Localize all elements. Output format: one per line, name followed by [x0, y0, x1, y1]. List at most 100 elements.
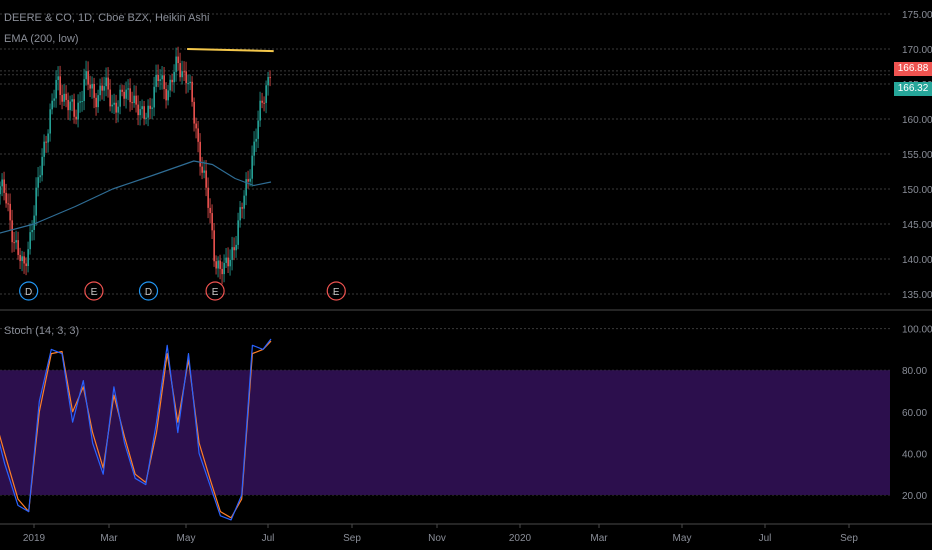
candle-body	[153, 86, 155, 108]
candle-body	[173, 71, 175, 83]
candle-body	[261, 100, 263, 103]
stoch-band	[0, 370, 890, 495]
candle-body	[243, 195, 245, 209]
dividend-marker: D	[19, 281, 39, 301]
candle-body	[171, 79, 173, 83]
earnings-marker: E	[84, 281, 104, 301]
candle-body	[151, 107, 153, 109]
candle-body	[143, 106, 145, 119]
date-tick-label: Nov	[428, 533, 446, 544]
candle-body	[201, 166, 203, 173]
stoch-tick-label: 60.00	[902, 408, 927, 419]
candle-body	[31, 229, 33, 233]
candle-body	[53, 98, 55, 101]
candle-body	[217, 260, 219, 269]
candle-body	[91, 84, 93, 89]
candle-body	[43, 141, 45, 157]
date-tick-label: Mar	[100, 533, 118, 544]
candle-body	[33, 215, 35, 230]
price-tick-label: 135.00	[902, 290, 932, 301]
candle-body	[259, 100, 261, 121]
price-tick-label: 170.00	[902, 45, 932, 56]
candle-body	[47, 133, 49, 143]
dividend-marker: D	[138, 281, 159, 301]
candle-body	[81, 101, 83, 103]
candle-body	[103, 86, 105, 91]
ema-label: EMA (200, low)	[4, 33, 79, 45]
candle-body	[99, 85, 101, 96]
candle-body	[101, 85, 103, 91]
candle-body	[205, 170, 207, 188]
date-tick-label: May	[177, 533, 196, 544]
candle-body	[155, 74, 157, 87]
candles-layer	[0, 46, 271, 285]
stoch-label: Stoch (14, 3, 3)	[4, 325, 80, 337]
candle-body	[161, 75, 163, 80]
price-tick-label: 160.00	[902, 115, 932, 126]
price-tick-label: 140.00	[902, 255, 932, 266]
candle-body	[27, 249, 29, 267]
candle-body	[57, 76, 59, 80]
candle-body	[237, 220, 239, 245]
candle-body	[165, 89, 167, 101]
candle-body	[5, 192, 7, 204]
candle-body	[9, 203, 11, 221]
candle-body	[25, 263, 27, 267]
chart-canvas: D E D E E 135.00 140.00 145.00 150.00 155.00 160.…	[0, 10, 932, 544]
candle-body	[239, 207, 241, 221]
date-tick-label: Jul	[262, 533, 275, 544]
candle-body	[67, 99, 69, 111]
candle-body	[263, 102, 265, 104]
stoch-tick-label: 20.00	[902, 491, 927, 502]
candle-body	[255, 138, 257, 142]
candle-body	[83, 79, 85, 102]
stoch-tick-label: 40.00	[902, 449, 927, 460]
date-tick-label: Sep	[840, 533, 858, 544]
candle-body	[21, 256, 23, 262]
candle-body	[61, 95, 63, 102]
candle-body	[93, 84, 95, 98]
candle-body	[221, 268, 223, 275]
candle-body	[127, 88, 129, 90]
earnings-marker: E	[205, 281, 225, 301]
stoch-legend: Stoch (14, 3, 3)	[4, 324, 79, 338]
candle-body	[69, 101, 71, 111]
candle-body	[45, 141, 47, 143]
candle-body	[115, 102, 117, 113]
candle-body	[51, 100, 53, 110]
candle-body	[267, 77, 269, 86]
candle-body	[41, 156, 43, 176]
candle-body	[77, 102, 79, 120]
candle-body	[17, 240, 19, 255]
candle-body	[253, 141, 255, 156]
candle-body	[29, 232, 31, 250]
marker-label: D	[25, 287, 32, 298]
candle-body	[247, 179, 249, 182]
candle-body	[125, 89, 127, 99]
candle-body	[211, 213, 213, 231]
candle-body	[117, 106, 119, 113]
candle-body	[195, 123, 197, 129]
candle-body	[109, 89, 111, 107]
candle-body	[87, 71, 89, 85]
date-tick-label: Mar	[590, 533, 608, 544]
candle-body	[147, 105, 149, 118]
candle-body	[185, 71, 187, 84]
candle-body	[137, 104, 139, 116]
candle-body	[49, 109, 51, 134]
candle-body	[193, 101, 195, 124]
candle-body	[141, 106, 143, 110]
candle-body	[23, 256, 25, 264]
candle-body	[131, 102, 133, 104]
candle-body	[135, 95, 137, 105]
candle-body	[79, 101, 81, 103]
candle-body	[95, 97, 97, 108]
candle-body	[111, 104, 113, 107]
candle-body	[209, 207, 211, 214]
candle-body	[145, 117, 147, 119]
marker-label: E	[91, 287, 98, 298]
candle-body	[13, 242, 15, 244]
event-markers-layer: DEDEE	[19, 281, 346, 301]
candle-body	[15, 240, 17, 243]
candle-body	[257, 120, 259, 139]
